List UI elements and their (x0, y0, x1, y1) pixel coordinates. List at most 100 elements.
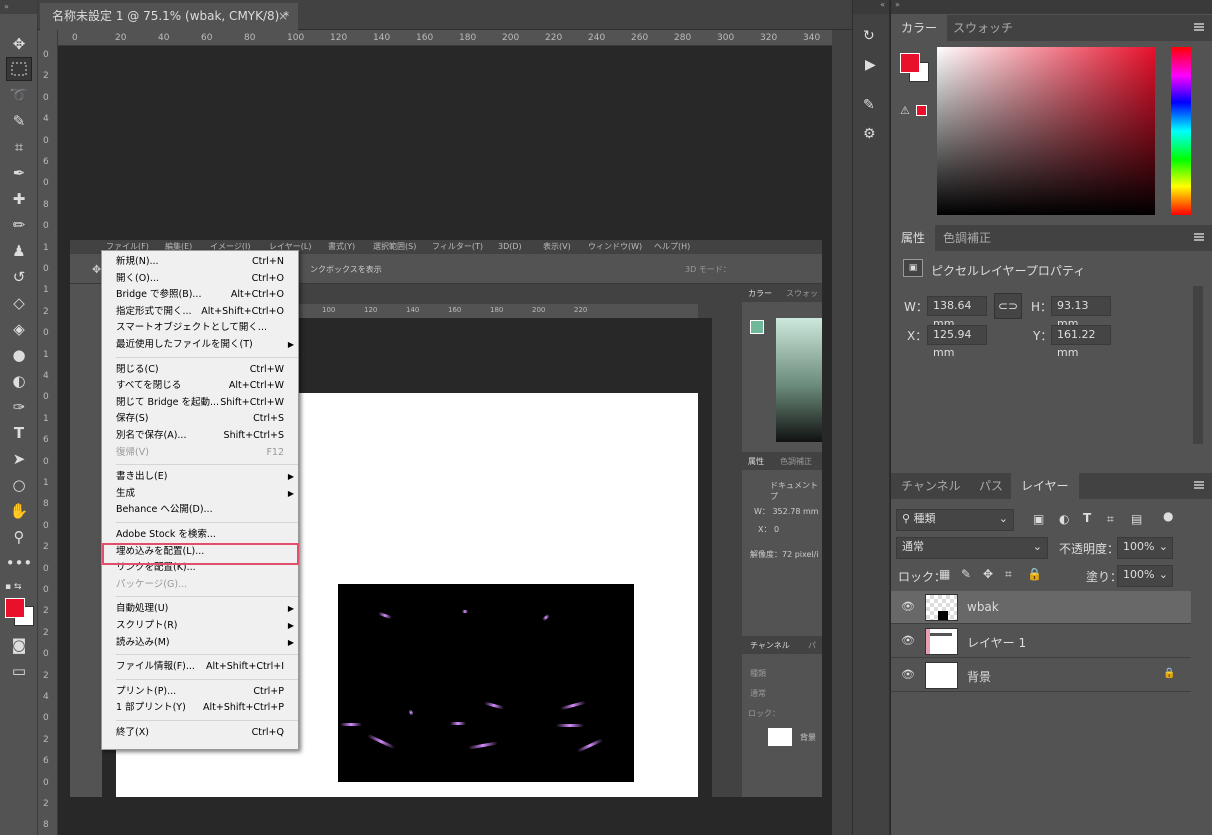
path-select-icon[interactable]: ➤ (6, 447, 32, 471)
layer-row[interactable]: 👁 レイヤー 1 (891, 625, 1191, 658)
horizontal-ruler: 0 20 40 60 80 100 120 140 160 180 200 220 240 260 280 3… (58, 30, 832, 46)
crop-tool-icon[interactable]: ⌗ (6, 135, 32, 159)
foreground-color-swatch[interactable] (5, 598, 25, 618)
filter-adjust-icon[interactable]: ◐ (1059, 512, 1069, 526)
eraser-tool-icon[interactable]: ◇ (6, 291, 32, 315)
menu-item[interactable]: 生成 ▶ (102, 486, 298, 502)
more-tools-icon[interactable]: ••• (6, 551, 33, 575)
properties-scrollbar[interactable] (1193, 286, 1203, 444)
menu-item[interactable]: 最近使用したファイルを開く(T) ▶ (102, 337, 298, 353)
alert-icon[interactable]: ⚠ (900, 104, 910, 117)
tab-properties[interactable]: 属性 (891, 225, 936, 251)
document-tab[interactable]: 名称未設定 1 @ 75.1% (wbak, CMYK/8) * × (40, 3, 298, 30)
menu-item[interactable]: 新規(N)... Ctrl+N (102, 254, 298, 270)
dodge-tool-icon[interactable]: ◐ (6, 369, 32, 393)
menu-item[interactable]: 別名で保存(A)... Shift+Ctrl+S (102, 428, 298, 444)
screen-mode-icon[interactable]: ▭ (6, 659, 32, 683)
menu-item[interactable]: 閉じる(C) Ctrl+W (102, 362, 298, 378)
hand-tool-icon[interactable]: ✋ (6, 499, 32, 523)
close-icon[interactable]: × (278, 3, 288, 30)
filter-toggle-icon[interactable]: ● (1163, 509, 1173, 529)
zoom-tool-icon[interactable]: ⚲ (6, 525, 32, 549)
filter-type-icon[interactable]: T (1083, 511, 1091, 525)
tab-swatches[interactable]: スウォッチ (943, 15, 1023, 41)
menu-item[interactable]: 終了(X) Ctrl+Q (102, 725, 298, 741)
fill-field[interactable]: 100% ⌄ (1117, 565, 1173, 587)
menu-item[interactable]: 復帰(V) F12 (102, 445, 298, 461)
visibility-eye-icon[interactable]: 👁 (901, 668, 915, 681)
brush-tool-icon[interactable]: ✏ (6, 213, 32, 237)
menu-item[interactable]: プリント(P)... Ctrl+P (102, 684, 298, 700)
filter-pixel-icon[interactable]: ▣ (1033, 512, 1044, 526)
menu-item[interactable]: すべてを閉じる Alt+Ctrl+W (102, 378, 298, 394)
stamp-tool-icon[interactable]: ♟ (6, 239, 32, 263)
menu-item[interactable]: 自動処理(U) ▶ (102, 601, 298, 617)
lasso-tool-icon[interactable]: ➰ (6, 83, 32, 107)
tab-channels[interactable]: チャンネル (891, 473, 971, 499)
ellipse-tool-icon[interactable]: ○ (6, 473, 32, 497)
panel-menu-icon[interactable] (1194, 233, 1204, 241)
history-icon[interactable]: ↻ (863, 28, 875, 44)
tab-paths[interactable]: パス (969, 473, 1013, 499)
menu-item[interactable]: ファイル情報(F)... Alt+Shift+Ctrl+I (102, 659, 298, 675)
filter-shape-icon[interactable]: ⌗ (1107, 512, 1114, 527)
layer-filter-select[interactable]: ⚲ 種類 ⌄ (896, 509, 1014, 531)
menu-item[interactable]: 読み込み(M) ▶ (102, 635, 298, 651)
lock-pixels-icon[interactable]: ✎ (961, 567, 971, 581)
hue-slider[interactable] (1171, 47, 1191, 215)
tab-color[interactable]: カラー (891, 15, 948, 41)
type-tool-icon[interactable]: T (6, 421, 32, 445)
lock-transparent-icon[interactable]: ▦ (939, 567, 950, 581)
blur-tool-icon[interactable]: ● (6, 343, 32, 367)
adjust-settings-icon[interactable]: ⚙ (863, 126, 876, 142)
panel-menu-icon[interactable] (1194, 23, 1204, 31)
brush-settings-icon[interactable]: ✎ (863, 97, 875, 113)
menu-item[interactable]: 指定形式で開く... Alt+Shift+Ctrl+O (102, 304, 298, 320)
default-colors-icon[interactable]: ▪ ⇆ (5, 582, 22, 592)
height-field[interactable]: 93.13 mm (1051, 296, 1111, 330)
filter-smart-icon[interactable]: ▤ (1131, 512, 1142, 526)
menu-item[interactable]: スクリプト(R) ▶ (102, 618, 298, 634)
menu-item[interactable]: 書き出し(E) ▶ (102, 469, 298, 485)
menu-item[interactable]: 1 部プリント(Y) Alt+Shift+Ctrl+P (102, 700, 298, 716)
vertical-scrollbar[interactable] (832, 30, 852, 835)
tab-adjustments[interactable]: 色調補正 (933, 225, 1001, 251)
gamut-swatch[interactable] (916, 105, 927, 116)
panel-collapse-handle[interactable]: » (0, 0, 37, 14)
history-brush-icon[interactable]: ↺ (6, 265, 32, 289)
pen-tool-icon[interactable]: ✑ (6, 395, 32, 419)
menu-item[interactable]: 開く(O)... Ctrl+O (102, 271, 298, 287)
tab-layers[interactable]: レイヤー (1011, 473, 1079, 499)
visibility-eye-icon[interactable]: 👁 (901, 634, 915, 647)
layer-row[interactable]: 👁 wbak (891, 591, 1191, 624)
panel-menu-icon[interactable] (1194, 481, 1204, 489)
lock-position-icon[interactable]: ✥ (983, 567, 993, 581)
color-fg-swatch[interactable] (900, 53, 920, 73)
blend-mode-select[interactable]: 通常 ⌄ (896, 537, 1048, 559)
marquee-tool-icon[interactable] (6, 57, 32, 81)
opacity-field[interactable]: 100% ⌄ (1117, 537, 1173, 559)
actions-play-icon[interactable]: ▶ (865, 57, 876, 73)
link-icon[interactable]: ⊂⊃ (994, 293, 1022, 319)
lock-artboard-icon[interactable]: ⌗ (1005, 567, 1012, 582)
menu-item[interactable]: 保存(S) Ctrl+S (102, 411, 298, 427)
healing-brush-icon[interactable]: ✚ (6, 187, 32, 211)
move-tool-icon[interactable]: ✥ (6, 32, 32, 56)
menu-item[interactable]: Adobe Stock を検索... (102, 527, 298, 543)
x-field[interactable]: 125.94 mm (927, 325, 987, 359)
menu-item[interactable]: スマートオブジェクトとして開く... (102, 320, 298, 336)
layer-row[interactable]: 👁 背景 🔒 (891, 659, 1191, 692)
menu-item[interactable]: パッケージ(G)... (102, 577, 298, 593)
color-field[interactable] (937, 47, 1155, 215)
gradient-tool-icon[interactable]: ◈ (6, 317, 32, 341)
quick-select-tool-icon[interactable]: ✎ (6, 109, 32, 133)
width-field[interactable]: 138.64 mm (927, 296, 987, 330)
visibility-eye-icon[interactable]: 👁 (901, 600, 915, 613)
menu-item[interactable]: Bridge で参照(B)... Alt+Ctrl+O (102, 287, 298, 303)
lock-all-icon[interactable]: 🔒 (1027, 567, 1042, 581)
eyedropper-tool-icon[interactable]: ✒ (6, 161, 32, 185)
quick-mask-icon[interactable]: ◙ (6, 633, 32, 657)
y-field[interactable]: 161.22 mm (1051, 325, 1111, 359)
menu-item[interactable]: 閉じて Bridge を起動... Shift+Ctrl+W (102, 395, 298, 411)
menu-item[interactable]: Behance へ公開(D)... (102, 502, 298, 518)
